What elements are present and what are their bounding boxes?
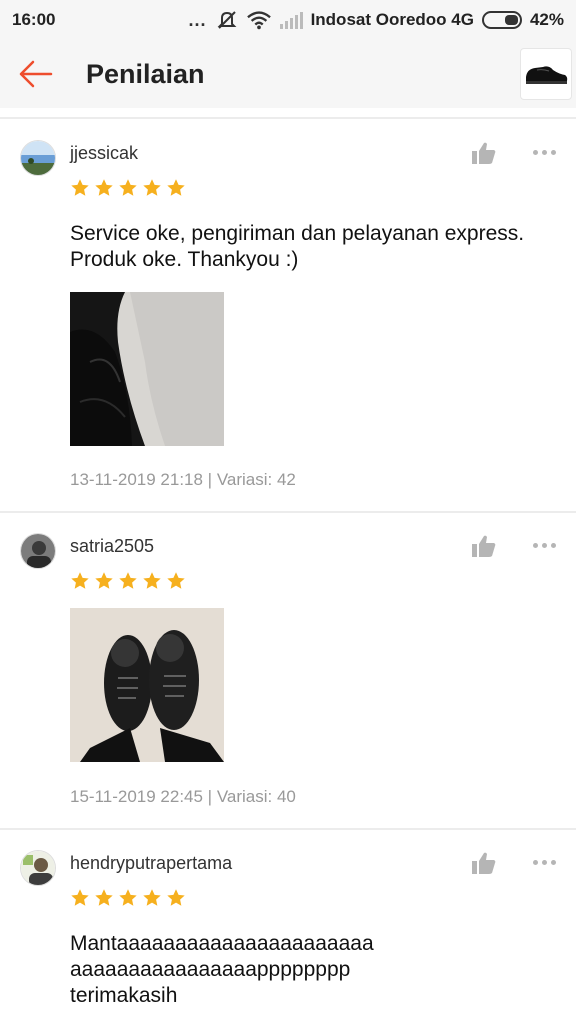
review-meta: 13-11-2019 21:18 | Variasi: 42 <box>70 470 296 489</box>
battery-percent: 42% <box>529 10 564 29</box>
more-options-button[interactable] <box>528 852 560 872</box>
star-icon <box>167 572 185 589</box>
review-photo[interactable] <box>70 292 224 446</box>
star-icon <box>119 889 137 906</box>
review-text-line: Produk oke. Thankyou :) <box>70 248 299 271</box>
status-dots: ... <box>188 9 207 30</box>
like-button[interactable] <box>470 533 498 559</box>
status-time: 16:00 <box>12 10 56 29</box>
thumbs-up-icon <box>472 852 496 874</box>
status-bar: 16:00 ... Indosat Ooredoo 4G 42% <box>0 0 576 40</box>
review-text-line: Mantaaaaaaaaaaaaaaaaaaaaaa <box>70 932 374 955</box>
page-title: Penilaian <box>86 58 205 89</box>
more-options-button[interactable] <box>528 535 560 555</box>
avatar[interactable] <box>20 533 56 569</box>
star-icon <box>167 179 185 196</box>
star-icon <box>143 179 161 196</box>
review-meta: 15-11-2019 22:45 | Variasi: 40 <box>70 787 296 806</box>
star-icon <box>95 889 113 906</box>
review-username: satria2505 <box>70 536 155 556</box>
thumbs-up-icon <box>472 535 496 557</box>
review-divider <box>0 511 576 513</box>
back-button[interactable] <box>0 40 70 108</box>
rating-stars <box>70 571 186 591</box>
carrier-label: Indosat Ooredoo 4G <box>310 10 474 29</box>
battery-fill <box>504 15 518 25</box>
rating-stars <box>70 888 186 908</box>
star-icon <box>143 889 161 906</box>
star-icon <box>71 179 89 196</box>
review-text: Service oke, pengiriman dan pelayanan ex… <box>70 221 560 273</box>
rating-stars <box>70 178 186 198</box>
status-icons: ... Indosat Ooredoo 4G 42% <box>189 10 564 31</box>
review-username: hendryputrapertama <box>70 853 233 873</box>
star-icon <box>143 572 161 589</box>
avatar[interactable] <box>20 140 56 176</box>
review-text-line: Service oke, pengiriman dan pelayanan ex… <box>70 222 525 245</box>
review-username: jjessicak <box>70 143 139 163</box>
header-divider <box>0 117 576 119</box>
battery-icon <box>481 11 522 29</box>
thumbs-up-icon <box>472 142 496 164</box>
review-photo[interactable] <box>70 608 224 762</box>
more-options-button[interactable] <box>528 142 560 162</box>
signal-icon <box>279 10 303 30</box>
star-icon <box>119 572 137 589</box>
arrow-left-icon <box>19 60 53 88</box>
review-divider <box>0 828 576 830</box>
star-icon <box>95 572 113 589</box>
mute-icon <box>215 10 239 30</box>
product-thumbnail[interactable] <box>520 48 572 100</box>
app-bar: Penilaian <box>0 40 576 108</box>
like-button[interactable] <box>470 140 498 166</box>
star-icon <box>71 889 89 906</box>
shoe-icon <box>526 66 568 84</box>
star-icon <box>119 179 137 196</box>
star-icon <box>71 572 89 589</box>
star-icon <box>95 179 113 196</box>
wifi-icon <box>246 10 271 30</box>
star-icon <box>167 889 185 906</box>
review-text-line: terimakasih <box>70 984 178 1007</box>
avatar[interactable] <box>20 850 56 886</box>
review-text: Mantaaaaaaaaaaaaaaaaaaaaaa aaaaaaaaaaaaa… <box>70 931 560 1009</box>
review-text-line: aaaaaaaaaaaaaaaapppppppp <box>70 958 351 981</box>
like-button[interactable] <box>470 850 498 876</box>
